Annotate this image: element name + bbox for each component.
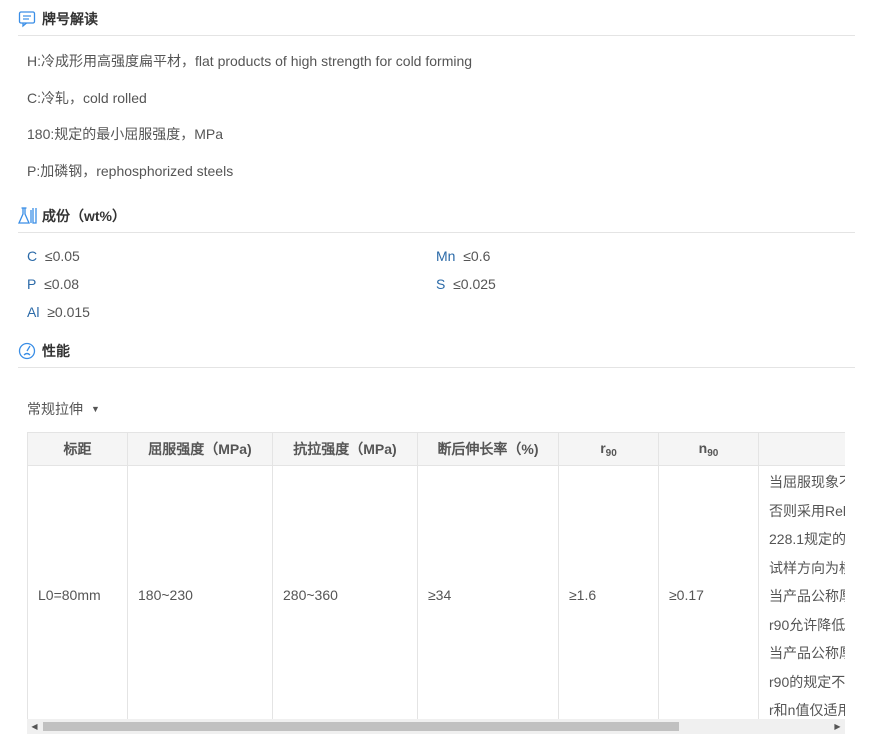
col-header-n90: n90	[658, 432, 759, 466]
col-header-gauge: 标距	[27, 432, 128, 466]
properties-table-container[interactable]: 标距 屈服强度（MPa) 抗拉强度（MPa) 断后伸长率（%) r90 n90 …	[27, 432, 845, 719]
grade-line-c: C:冷轧，cold rolled	[27, 90, 147, 106]
grade-line-p: P:加磷钢，rephosphorized steels	[27, 163, 234, 179]
cell-r90: ≥1.6	[558, 465, 659, 719]
table-row: L0=80mm 180~230 280~360 ≥34 ≥1.6 ≥0.17 当…	[27, 465, 845, 719]
gauge-icon	[18, 342, 36, 360]
composition-item: S ≤0.025	[436, 276, 496, 292]
note-line: 当屈服现象不	[769, 474, 845, 490]
comment-icon	[18, 10, 36, 28]
note-line: 当产品公称厚	[769, 588, 845, 604]
note-line: 当产品公称厚	[769, 645, 845, 661]
col-header-yield: 屈服强度（MPa)	[127, 432, 273, 466]
section-title-composition: 成份（wt%）	[42, 207, 126, 224]
composition-element: Al	[27, 304, 40, 320]
composition-item: C ≤0.05	[27, 248, 80, 264]
composition-item: P ≤0.08	[27, 276, 79, 292]
col-header-notes	[758, 432, 845, 466]
col-header-r90: r90	[558, 432, 659, 466]
scroll-left-arrow-icon[interactable]: ◀	[27, 719, 42, 734]
r90-subscript: 90	[605, 447, 617, 459]
section-title-grade: 牌号解读	[42, 10, 98, 27]
cell-gauge: L0=80mm	[27, 465, 128, 719]
composition-element: Mn	[436, 248, 456, 264]
test-type-label: 常规拉伸	[27, 401, 83, 417]
note-line: 试样方向为横	[769, 559, 845, 576]
grade-line-h: H:冷成形用高强度扁平材，flat products of high stren…	[27, 53, 473, 69]
section-header-composition: 成份（wt%）	[17, 199, 855, 233]
n90-subscript: 90	[707, 447, 719, 459]
note-line: r90的规定不	[769, 673, 845, 690]
scrollbar-thumb[interactable]	[43, 722, 679, 731]
composition-item: Mn ≤0.6	[436, 248, 490, 264]
note-line: r90允许降低	[769, 616, 845, 633]
composition-value: ≤0.08	[44, 276, 80, 292]
composition-value: ≥0.015	[47, 304, 90, 320]
n90-base: n	[698, 439, 708, 456]
cell-elongation: ≥34	[417, 465, 559, 719]
note-line: 228.1规定的	[769, 531, 845, 547]
section-header-performance: 性能	[18, 334, 855, 368]
cell-n90: ≥0.17	[658, 465, 759, 719]
col-header-elongation: 断后伸长率（%)	[417, 432, 559, 466]
composition-value: ≤0.05	[44, 248, 80, 264]
composition-value: ≤0.6	[463, 248, 491, 264]
composition-element: C	[27, 248, 38, 264]
col-header-tensile: 抗拉强度（MPa)	[272, 432, 418, 466]
horizontal-scrollbar[interactable]: ◀ ▶	[27, 719, 845, 734]
grade-line-180: 180:规定的最小屈服强度，MPa	[27, 126, 224, 142]
flask-icon	[17, 206, 37, 225]
composition-value: ≤0.025	[453, 276, 496, 292]
note-line: r和n值仅适用	[769, 702, 845, 718]
caret-down-icon: ▼	[91, 404, 100, 414]
cell-notes: 当屈服现象不 否则采用Rel 228.1规定的 试样方向为横 当产品公称厚 r9…	[758, 465, 845, 719]
properties-table: 标距 屈服强度（MPa) 抗拉强度（MPa) 断后伸长率（%) r90 n90 …	[27, 432, 845, 719]
cell-yield: 180~230	[127, 465, 273, 719]
composition-item: Al ≥0.015	[27, 304, 90, 320]
composition-element: S	[436, 276, 446, 292]
section-header-grade: 牌号解读	[18, 2, 855, 36]
scroll-right-arrow-icon[interactable]: ▶	[830, 719, 845, 734]
note-line: 否则采用Rel	[769, 502, 845, 519]
table-header-row: 标距 屈服强度（MPa) 抗拉强度（MPa) 断后伸长率（%) r90 n90	[27, 432, 845, 466]
composition-element: P	[27, 276, 37, 292]
test-type-dropdown[interactable]: 常规拉伸 ▼	[27, 399, 100, 419]
cell-tensile: 280~360	[272, 465, 418, 719]
section-title-performance: 性能	[42, 342, 70, 359]
